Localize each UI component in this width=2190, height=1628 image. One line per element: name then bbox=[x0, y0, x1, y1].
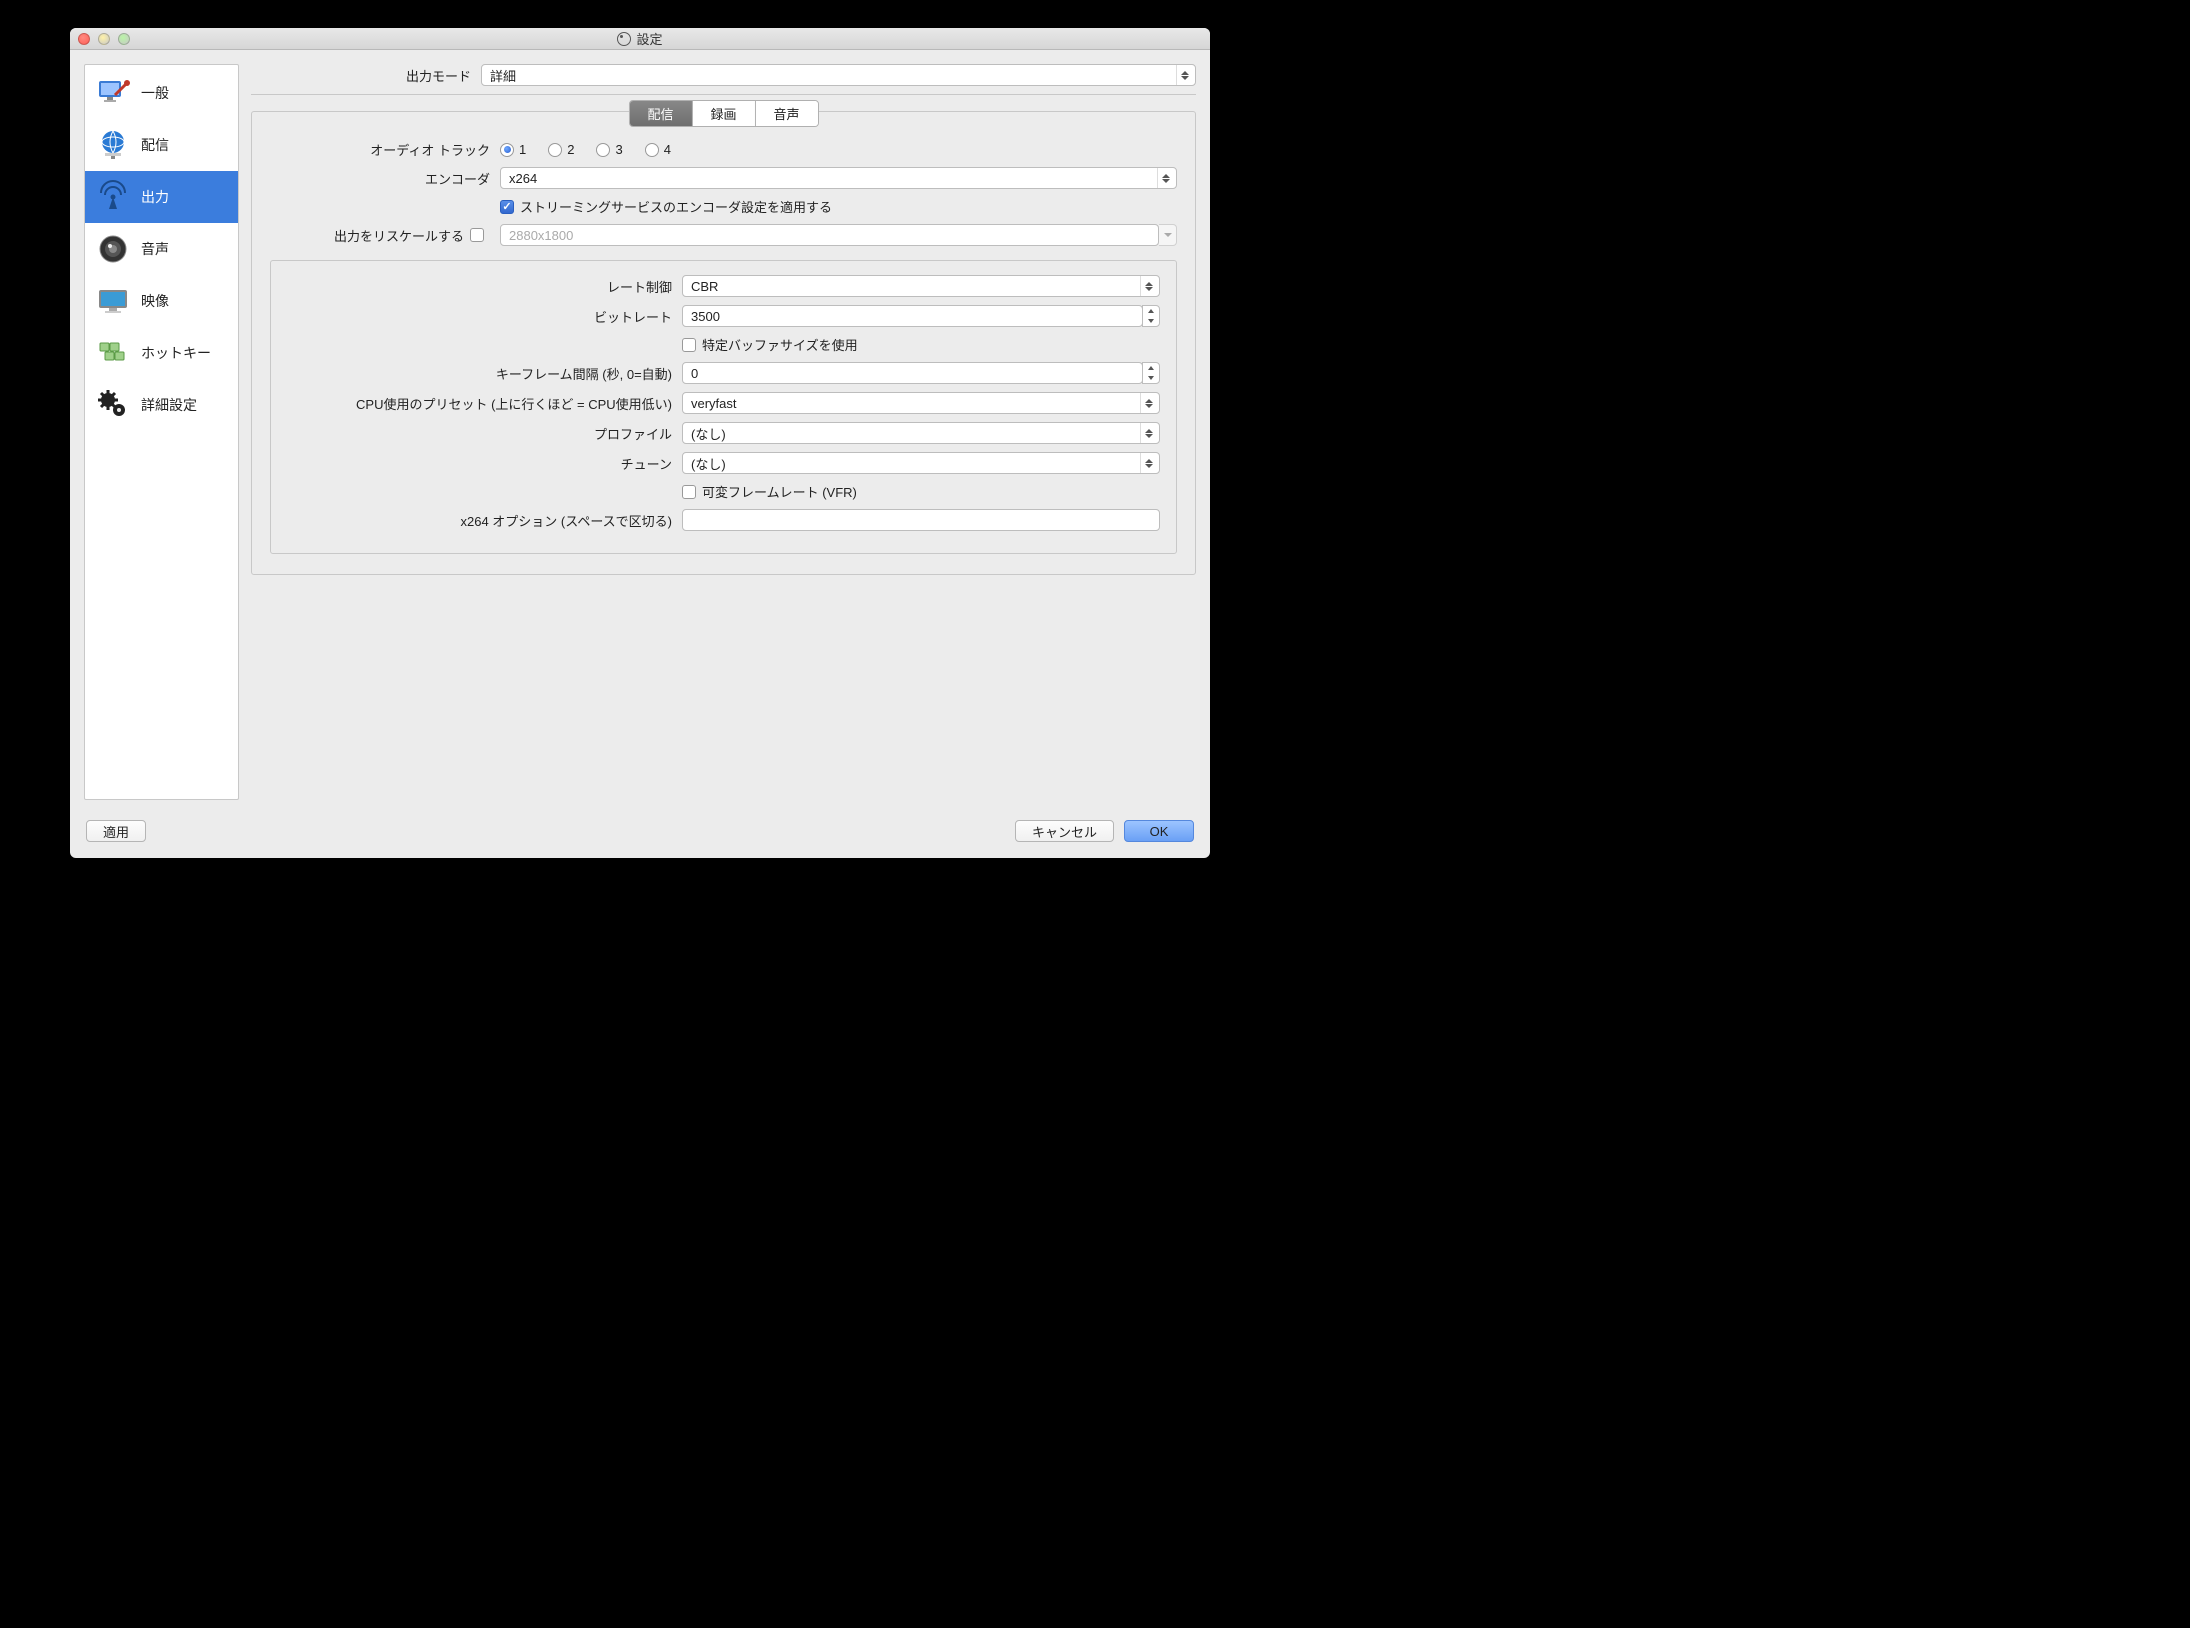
select-arrows-icon bbox=[1176, 65, 1192, 85]
radio-icon bbox=[548, 143, 562, 157]
rescale-label: 出力をリスケールする bbox=[334, 226, 464, 245]
sidebar-item-label: ホットキー bbox=[141, 343, 211, 363]
audio-track-3[interactable]: 3 bbox=[596, 142, 622, 157]
rate-control-label: レート制御 bbox=[287, 277, 682, 296]
encoder-label: エンコーダ bbox=[270, 169, 500, 188]
sidebar-item-label: 出力 bbox=[141, 187, 169, 207]
profile-label: プロファイル bbox=[287, 424, 682, 443]
main-panel: 出力モード 詳細 配信 録画 音声 オーディオ トラック bbox=[239, 64, 1196, 800]
apply-button[interactable]: 適用 bbox=[86, 820, 146, 842]
rescale-checkbox[interactable] bbox=[470, 228, 484, 242]
bitrate-input[interactable]: 3500 bbox=[682, 305, 1143, 327]
tune-label: チューン bbox=[287, 454, 682, 473]
keyint-label: キーフレーム間隔 (秒, 0=自動) bbox=[287, 364, 682, 383]
rescale-dropdown-button[interactable] bbox=[1159, 224, 1177, 246]
output-mode-label: 出力モード bbox=[251, 66, 481, 85]
tab-audio[interactable]: 音声 bbox=[756, 101, 818, 126]
checkbox-icon bbox=[682, 338, 696, 352]
settings-sidebar: 一般 配信 出力 音声 bbox=[84, 64, 239, 800]
encoder-value: x264 bbox=[509, 171, 537, 186]
select-arrows-icon bbox=[1140, 423, 1156, 443]
radio-icon bbox=[645, 143, 659, 157]
audio-track-radios: 1 2 3 4 bbox=[500, 142, 671, 157]
keyint-input[interactable]: 0 bbox=[682, 362, 1143, 384]
vfr-checkbox[interactable]: 可変フレームレート (VFR) bbox=[682, 482, 857, 501]
sidebar-item-audio[interactable]: 音声 bbox=[85, 223, 238, 275]
audio-track-label: オーディオ トラック bbox=[270, 140, 500, 159]
ok-button[interactable]: OK bbox=[1124, 820, 1194, 842]
sidebar-item-label: 一般 bbox=[141, 83, 169, 103]
window-title-text: 設定 bbox=[636, 29, 662, 48]
sidebar-item-general[interactable]: 一般 bbox=[85, 67, 238, 119]
checkbox-icon bbox=[682, 485, 696, 499]
gears-icon bbox=[95, 387, 131, 423]
enforce-encoder-checkbox[interactable]: ストリーミングサービスのエンコーダ設定を適用する bbox=[500, 197, 832, 216]
bitrate-label: ビットレート bbox=[287, 307, 682, 326]
select-arrows-icon bbox=[1140, 453, 1156, 473]
output-tabs: 配信 録画 音声 bbox=[628, 100, 818, 127]
audio-track-2[interactable]: 2 bbox=[548, 142, 574, 157]
dialog-footer: 適用 キャンセル OK bbox=[70, 810, 1210, 858]
output-mode-select[interactable]: 詳細 bbox=[481, 64, 1196, 86]
select-arrows-icon bbox=[1140, 393, 1156, 413]
speaker-icon bbox=[95, 231, 131, 267]
output-mode-value: 詳細 bbox=[490, 66, 516, 85]
checkbox-icon bbox=[500, 200, 514, 214]
audio-track-1[interactable]: 1 bbox=[500, 142, 526, 157]
window-title: 設定 bbox=[70, 29, 1210, 48]
cpu-preset-select[interactable]: veryfast bbox=[682, 392, 1160, 414]
settings-window: 設定 一般 配信 出力 bbox=[70, 28, 1210, 858]
radio-icon bbox=[596, 143, 610, 157]
divider bbox=[251, 94, 1196, 95]
rescale-combo[interactable]: 2880x1800 bbox=[500, 224, 1159, 246]
window-body: 一般 配信 出力 音声 bbox=[70, 50, 1210, 810]
profile-select[interactable]: (なし) bbox=[682, 422, 1160, 444]
cancel-button[interactable]: キャンセル bbox=[1015, 820, 1114, 842]
tune-select[interactable]: (なし) bbox=[682, 452, 1160, 474]
select-arrows-icon bbox=[1157, 168, 1173, 188]
bitrate-stepper[interactable] bbox=[1142, 305, 1160, 327]
sidebar-item-output[interactable]: 出力 bbox=[85, 171, 238, 223]
encoder-settings-panel: レート制御 CBR ビットレート 3500 bbox=[270, 260, 1177, 554]
monitor-wrench-icon bbox=[95, 75, 131, 111]
enforce-label: ストリーミングサービスのエンコーダ設定を適用する bbox=[520, 197, 832, 216]
keyint-stepper[interactable] bbox=[1142, 362, 1160, 384]
x264opts-label: x264 オプション (スペースで区切る) bbox=[287, 511, 682, 530]
stream-settings-panel: 配信 録画 音声 オーディオ トラック 1 2 3 4 bbox=[251, 111, 1196, 575]
sidebar-item-hotkeys[interactable]: ホットキー bbox=[85, 327, 238, 379]
rate-control-select[interactable]: CBR bbox=[682, 275, 1160, 297]
encoder-select[interactable]: x264 bbox=[500, 167, 1177, 189]
sidebar-item-label: 音声 bbox=[141, 239, 169, 259]
select-arrows-icon bbox=[1140, 276, 1156, 296]
keyboard-icon bbox=[95, 335, 131, 371]
audio-track-4[interactable]: 4 bbox=[645, 142, 671, 157]
display-icon bbox=[95, 283, 131, 319]
cpu-preset-label: CPU使用のプリセット (上に行くほど = CPU使用低い) bbox=[287, 394, 682, 413]
sidebar-item-label: 配信 bbox=[141, 135, 169, 155]
custom-buffer-checkbox[interactable]: 特定バッファサイズを使用 bbox=[682, 335, 858, 354]
x264opts-input[interactable] bbox=[682, 509, 1160, 531]
titlebar: 設定 bbox=[70, 28, 1210, 50]
sidebar-item-stream[interactable]: 配信 bbox=[85, 119, 238, 171]
tab-streaming[interactable]: 配信 bbox=[629, 101, 692, 126]
output-mode-section: 出力モード 詳細 bbox=[251, 64, 1196, 95]
rescale-value: 2880x1800 bbox=[509, 228, 573, 243]
sidebar-item-video[interactable]: 映像 bbox=[85, 275, 238, 327]
app-icon bbox=[617, 32, 631, 46]
stream-group: オーディオ トラック 1 2 3 4 エンコーダ x264 bbox=[270, 140, 1177, 246]
radio-icon bbox=[500, 143, 514, 157]
sidebar-item-advanced[interactable]: 詳細設定 bbox=[85, 379, 238, 431]
sidebar-item-label: 映像 bbox=[141, 291, 169, 311]
antenna-icon bbox=[95, 179, 131, 215]
sidebar-item-label: 詳細設定 bbox=[141, 395, 197, 415]
tab-recording[interactable]: 録画 bbox=[692, 101, 755, 126]
globe-icon bbox=[95, 127, 131, 163]
